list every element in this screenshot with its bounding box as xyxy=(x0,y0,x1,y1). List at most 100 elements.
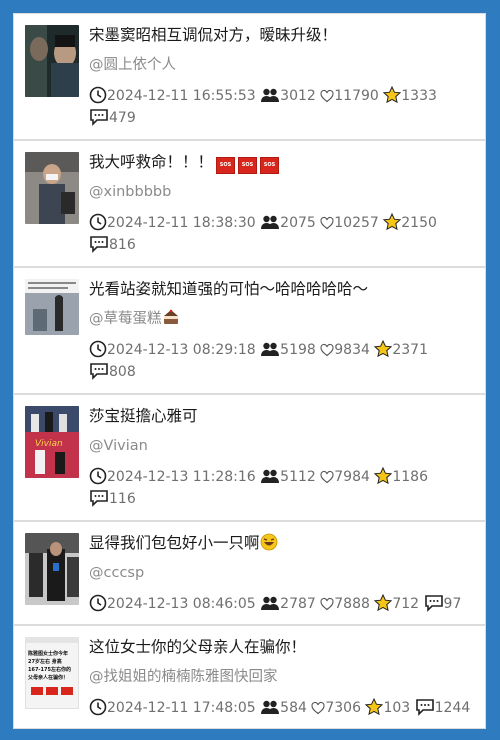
post-favorites: 712 xyxy=(392,596,420,612)
post-views: 584 xyxy=(280,700,307,716)
users-icon xyxy=(261,88,280,102)
heart-icon xyxy=(320,597,334,611)
thumbnail-text-line: 27岁左右 身高 xyxy=(28,658,62,665)
post-likes: 7306 xyxy=(325,700,361,716)
post-thumbnail[interactable]: 陈雅图女士你今年 27岁左右 身高 167-175左右你的 父母亲人在骗你！ xyxy=(25,637,79,709)
post-list: 宋墨窦昭相互调侃对方，暧昧升级！ @圆上依个人 2024-12-11 16:55… xyxy=(13,13,486,729)
post-author[interactable]: @草莓蛋糕 xyxy=(89,308,180,330)
clock-icon xyxy=(89,698,107,716)
post-author[interactable]: @xinbbbbb xyxy=(89,181,171,203)
clock-icon xyxy=(89,467,107,485)
post-stats: 2024-12-11 16:55:53 3012 11790 1333 479 xyxy=(89,85,477,129)
comment-icon xyxy=(424,595,443,612)
users-icon xyxy=(261,469,280,483)
heart-icon xyxy=(320,216,334,230)
post-card[interactable]: 陈雅图女士你今年 27岁左右 身高 167-175左右你的 父母亲人在骗你！ 这… xyxy=(13,625,486,729)
post-card[interactable]: 宋墨窦昭相互调侃对方，暧昧升级！ @圆上依个人 2024-12-11 16:55… xyxy=(13,13,486,140)
post-title[interactable]: 这位女士你的父母亲人在骗你！ xyxy=(89,636,475,658)
post-time: 2024-12-11 17:48:05 xyxy=(107,700,256,716)
post-thumbnail[interactable] xyxy=(25,533,79,605)
post-title[interactable]: 我大呼救命！！！ SOS SOS SOS xyxy=(89,151,475,174)
post-likes: 10257 xyxy=(334,215,379,231)
heart-icon xyxy=(320,470,334,484)
post-time: 2024-12-13 11:28:16 xyxy=(107,469,256,485)
post-favorites: 2371 xyxy=(392,342,428,358)
post-author[interactable]: @圆上依个人 xyxy=(89,54,176,76)
comment-icon xyxy=(90,236,108,253)
post-stats: 2024-12-13 08:46:05 2787 7888 712 97 xyxy=(89,593,477,615)
post-likes: 7888 xyxy=(334,596,370,612)
post-card[interactable]: 光看站姿就知道强的可怕～哈哈哈哈哈～ @草莓蛋糕 2024-12-13 08:2… xyxy=(13,267,486,394)
sos-badge: SOS xyxy=(260,157,280,174)
post-time: 2024-12-13 08:29:18 xyxy=(107,342,256,358)
post-comments: 116 xyxy=(109,491,136,507)
post-author-text: @草莓蛋糕 xyxy=(89,311,162,327)
clock-icon xyxy=(89,213,107,231)
post-title-text: 光看站姿就知道强的可怕～哈哈哈哈哈～ xyxy=(89,280,369,298)
post-card[interactable]: 我大呼救命！！！ SOS SOS SOS @xinbbbbb 2024-12-11 1… xyxy=(13,140,486,267)
users-icon xyxy=(261,342,280,356)
clock-icon xyxy=(89,340,107,358)
thumbnail-watermark: Vivian xyxy=(35,439,63,449)
thumbnail-text-line: 父母亲人在骗你！ xyxy=(27,674,68,681)
comment-icon xyxy=(90,490,108,507)
thumbnail-text-line: 167-175左右你的 xyxy=(28,666,71,673)
heart-icon xyxy=(311,701,325,715)
post-title[interactable]: 宋墨窦昭相互调侃对方，暧昧升级！ xyxy=(89,24,475,46)
star-icon xyxy=(383,86,402,104)
post-author[interactable]: @找姐姐的楠楠陈雅图快回家 xyxy=(89,666,278,688)
post-likes: 7984 xyxy=(334,469,370,485)
clock-icon xyxy=(89,86,107,104)
post-stats: 2024-12-13 08:29:18 5198 9834 2371 808 xyxy=(89,339,477,383)
rofl-emoji-icon xyxy=(260,533,277,551)
star-icon xyxy=(365,698,384,716)
thumbnail-text-line: 陈雅图女士你今年 xyxy=(28,650,68,657)
users-icon xyxy=(261,596,280,610)
post-comments: 479 xyxy=(109,110,136,126)
post-favorites: 103 xyxy=(383,700,411,716)
post-comments: 1244 xyxy=(434,700,471,716)
post-time: 2024-12-11 16:55:53 xyxy=(107,88,256,104)
users-icon xyxy=(261,700,280,714)
post-thumbnail[interactable] xyxy=(25,152,79,224)
post-title-text: 显得我们包包好小一只啊 xyxy=(89,534,260,552)
star-icon xyxy=(374,467,393,485)
post-comments: 816 xyxy=(109,237,136,253)
post-favorites: 1186 xyxy=(392,469,428,485)
post-title[interactable]: 显得我们包包好小一只啊 xyxy=(89,532,475,554)
post-comments: 97 xyxy=(443,596,462,612)
comment-icon xyxy=(90,109,108,126)
post-title[interactable]: 光看站姿就知道强的可怕～哈哈哈哈哈～ xyxy=(89,278,475,300)
post-author[interactable]: @Vivian xyxy=(89,435,148,457)
post-time: 2024-12-11 18:38:30 xyxy=(107,215,256,231)
post-title-text: 我大呼救命！！！ xyxy=(89,153,214,171)
post-card[interactable]: Vivian 莎宝挺擔心雅可 @Vivian 2024-12-13 11:28:… xyxy=(13,394,486,521)
post-stats: 2024-12-11 18:38:30 2075 10257 2150 816 xyxy=(89,212,477,256)
post-views: 5112 xyxy=(280,469,316,485)
cake-icon xyxy=(163,309,178,324)
star-icon xyxy=(374,594,393,612)
post-stats: 2024-12-13 11:28:16 5112 7984 1186 116 xyxy=(89,466,477,510)
post-card[interactable]: 显得我们包包好小一只啊 @cccsp 2024-12-13 08:46:05 2… xyxy=(13,521,486,625)
post-stats: 2024-12-11 17:48:05 584 7306 103 1244 xyxy=(89,697,477,719)
sos-badge: SOS xyxy=(238,157,258,174)
post-thumbnail[interactable] xyxy=(25,279,79,335)
comment-icon xyxy=(90,363,108,380)
comment-icon xyxy=(415,699,434,716)
post-author[interactable]: @cccsp xyxy=(89,562,144,584)
heart-icon xyxy=(320,89,334,103)
users-icon xyxy=(261,215,280,229)
post-title[interactable]: 莎宝挺擔心雅可 xyxy=(89,405,475,427)
post-favorites: 1333 xyxy=(401,88,437,104)
post-views: 3012 xyxy=(280,88,316,104)
post-views: 5198 xyxy=(280,342,316,358)
star-icon xyxy=(383,213,402,231)
post-views: 2787 xyxy=(280,596,316,612)
sos-badge: SOS xyxy=(216,157,236,174)
post-likes: 9834 xyxy=(334,342,370,358)
post-time: 2024-12-13 08:46:05 xyxy=(107,596,256,612)
post-thumbnail[interactable] xyxy=(25,25,79,97)
post-comments: 808 xyxy=(109,364,136,380)
post-likes: 11790 xyxy=(334,88,379,104)
post-thumbnail[interactable]: Vivian xyxy=(25,406,79,478)
